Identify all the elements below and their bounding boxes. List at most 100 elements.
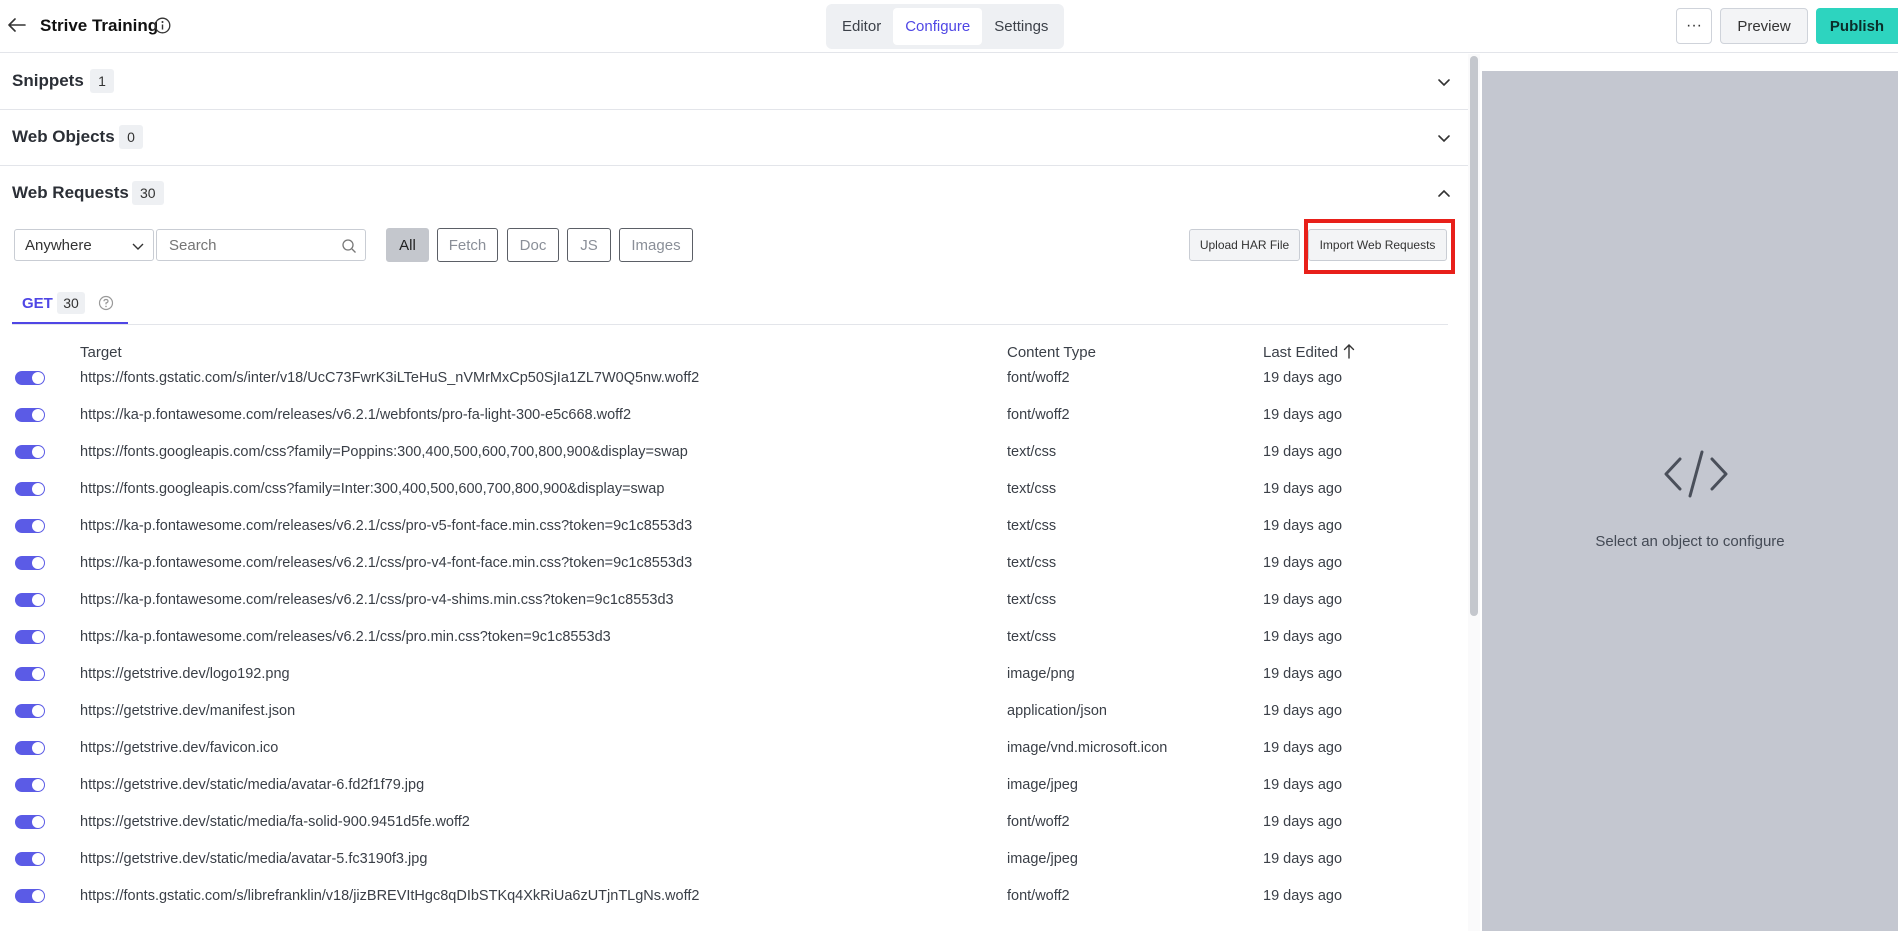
preview-button[interactable]: Preview bbox=[1720, 8, 1808, 44]
target-cell: https://getstrive.dev/logo192.png bbox=[80, 666, 290, 682]
last-edited-cell: 19 days ago bbox=[1263, 703, 1343, 719]
table-row[interactable]: https://getstrive.dev/static/media/avata… bbox=[0, 767, 1468, 804]
web-requests-section-header[interactable]: Web Requests 30 bbox=[0, 166, 1468, 222]
table-row[interactable]: https://getstrive.dev/logo192.png image/p… bbox=[0, 656, 1468, 693]
column-header-target[interactable]: Target bbox=[80, 344, 122, 361]
target-cell: https://ka-p.fontawesome.com/releases/v6… bbox=[80, 407, 632, 423]
last-edited-cell: 19 days ago bbox=[1263, 407, 1343, 423]
column-header-last-edited[interactable]: Last Edited bbox=[1263, 344, 1338, 361]
count-badge: 1 bbox=[90, 69, 114, 93]
tab-editor[interactable]: Editor bbox=[830, 8, 893, 45]
last-edited-cell: 19 days ago bbox=[1263, 481, 1343, 497]
publish-button[interactable]: Publish bbox=[1816, 8, 1898, 44]
more-options-button[interactable]: ··· bbox=[1676, 8, 1712, 44]
enable-toggle[interactable] bbox=[15, 704, 45, 718]
column-header-content-type[interactable]: Content Type bbox=[1007, 344, 1096, 361]
chevron-down-icon[interactable] bbox=[1436, 74, 1452, 90]
target-cell: https://getstrive.dev/static/media/fa-so… bbox=[80, 814, 470, 830]
table-row[interactable]: https://fonts.googleapis.com/css?family=… bbox=[0, 471, 1468, 508]
count-badge: 30 bbox=[57, 292, 85, 314]
last-edited-cell: 19 days ago bbox=[1263, 851, 1343, 867]
tab-settings[interactable]: Settings bbox=[982, 8, 1060, 45]
enable-toggle[interactable] bbox=[15, 630, 45, 644]
enable-toggle[interactable] bbox=[15, 778, 45, 792]
code-icon bbox=[1664, 449, 1728, 499]
enable-toggle[interactable] bbox=[15, 408, 45, 422]
scope-select[interactable]: Anywhere bbox=[14, 229, 154, 261]
target-cell: https://fonts.googleapis.com/css?family=… bbox=[80, 481, 665, 497]
enable-toggle[interactable] bbox=[15, 852, 45, 866]
table-row[interactable]: https://ka-p.fontawesome.com/releases/v6… bbox=[0, 508, 1468, 545]
table-row[interactable]: https://ka-p.fontawesome.com/releases/v6… bbox=[0, 545, 1468, 582]
mode-tabs: Editor Configure Settings bbox=[826, 4, 1065, 49]
enable-toggle[interactable] bbox=[15, 482, 45, 496]
content-type-cell: text/css bbox=[1007, 518, 1057, 534]
count-badge: 0 bbox=[119, 125, 143, 149]
target-cell: https://fonts.gstatic.com/s/librefrankli… bbox=[80, 888, 700, 904]
content-type-cell: text/css bbox=[1007, 444, 1057, 460]
enable-toggle[interactable] bbox=[15, 889, 45, 903]
enable-toggle[interactable] bbox=[15, 445, 45, 459]
tab-get[interactable]: GET 30 bbox=[12, 282, 128, 324]
content-type-cell: text/css bbox=[1007, 629, 1057, 645]
content-type-cell: image/png bbox=[1007, 666, 1075, 682]
chevron-up-icon[interactable] bbox=[1436, 186, 1452, 202]
last-edited-cell: 19 days ago bbox=[1263, 592, 1343, 608]
table-row[interactable]: https://getstrive.dev/favicon.ico image/v… bbox=[0, 730, 1468, 767]
search-input[interactable] bbox=[157, 230, 332, 261]
content-type-cell: font/woff2 bbox=[1007, 814, 1070, 830]
sort-ascending-icon[interactable] bbox=[1342, 343, 1356, 359]
last-edited-cell: 19 days ago bbox=[1263, 518, 1343, 534]
empty-state-text: Select an object to configure bbox=[1595, 533, 1785, 550]
table-row[interactable]: https://ka-p.fontawesome.com/releases/v6… bbox=[0, 397, 1468, 434]
target-cell: https://ka-p.fontawesome.com/releases/v6… bbox=[80, 629, 611, 645]
last-edited-cell: 19 days ago bbox=[1263, 888, 1343, 904]
enable-toggle[interactable] bbox=[15, 667, 45, 681]
divider bbox=[12, 324, 1448, 325]
enable-toggle[interactable] bbox=[15, 815, 45, 829]
content-type-cell: text/css bbox=[1007, 555, 1057, 571]
target-cell: https://ka-p.fontawesome.com/releases/v6… bbox=[80, 555, 693, 571]
enable-toggle[interactable] bbox=[15, 371, 45, 385]
scope-select-value: Anywhere bbox=[25, 237, 92, 254]
table-row[interactable]: https://fonts.gstatic.com/s/librefrankli… bbox=[0, 878, 1468, 915]
chevron-down-icon[interactable] bbox=[1436, 130, 1452, 146]
back-arrow-icon[interactable] bbox=[6, 14, 28, 36]
filter-chip-doc[interactable]: Doc bbox=[507, 228, 559, 262]
table-row[interactable]: https://fonts.gstatic.com/s/inter/v18/Uc… bbox=[0, 360, 1468, 397]
target-cell: https://fonts.googleapis.com/css?family=… bbox=[80, 444, 688, 460]
upload-har-file-button[interactable]: Upload HAR File bbox=[1189, 229, 1300, 261]
content-type-cell: font/woff2 bbox=[1007, 888, 1070, 904]
filter-chip-fetch[interactable]: Fetch bbox=[437, 228, 498, 262]
scrollbar-thumb[interactable] bbox=[1470, 56, 1478, 616]
last-edited-cell: 19 days ago bbox=[1263, 370, 1343, 386]
tab-configure[interactable]: Configure bbox=[893, 8, 983, 45]
configuration-empty-panel: Select an object to configure bbox=[1482, 71, 1898, 931]
snippets-section-header[interactable]: Snippets 1 bbox=[0, 54, 1468, 110]
help-icon[interactable] bbox=[98, 295, 114, 311]
enable-toggle[interactable] bbox=[15, 519, 45, 533]
web-objects-section-header[interactable]: Web Objects 0 bbox=[0, 110, 1468, 166]
filter-chip-all[interactable]: All bbox=[386, 228, 429, 262]
search-icon bbox=[341, 238, 357, 254]
filter-chip-js[interactable]: JS bbox=[567, 228, 611, 262]
enable-toggle[interactable] bbox=[15, 593, 45, 607]
target-cell: https://getstrive.dev/favicon.ico bbox=[80, 740, 279, 756]
table-row[interactable]: https://getstrive.dev/manifest.json appli… bbox=[0, 693, 1468, 730]
enable-toggle[interactable] bbox=[15, 741, 45, 755]
table-row[interactable]: https://ka-p.fontawesome.com/releases/v6… bbox=[0, 582, 1468, 619]
content-type-cell: text/css bbox=[1007, 481, 1057, 497]
enable-toggle[interactable] bbox=[15, 556, 45, 570]
info-icon[interactable] bbox=[154, 17, 171, 34]
filter-chip-images[interactable]: Images bbox=[619, 228, 693, 262]
content-type-cell: image/jpeg bbox=[1007, 851, 1078, 867]
content-type-cell: image/jpeg bbox=[1007, 777, 1078, 793]
section-title: Web Requests bbox=[12, 183, 129, 202]
target-cell: https://getstrive.dev/static/media/avata… bbox=[80, 777, 425, 793]
highlight-annotation bbox=[1304, 219, 1455, 274]
table-row[interactable]: https://getstrive.dev/static/media/fa-so… bbox=[0, 804, 1468, 841]
table-row[interactable]: https://fonts.googleapis.com/css?family=… bbox=[0, 434, 1468, 471]
section-title: Web Objects bbox=[12, 127, 115, 146]
table-row[interactable]: https://ka-p.fontawesome.com/releases/v6… bbox=[0, 619, 1468, 656]
table-row[interactable]: https://getstrive.dev/static/media/avata… bbox=[0, 841, 1468, 878]
